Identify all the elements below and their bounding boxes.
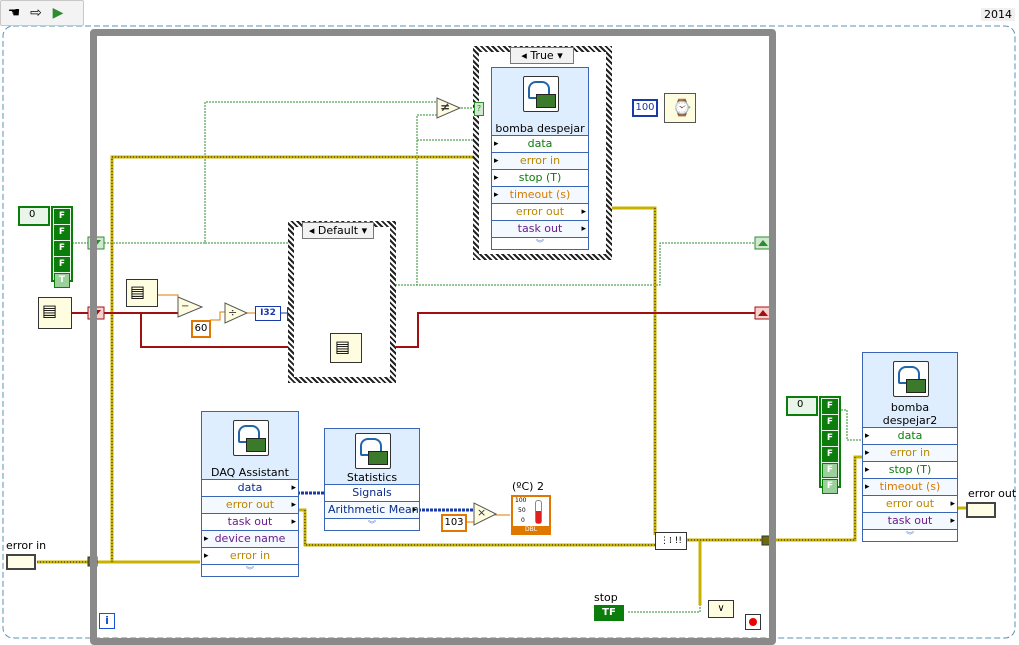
bool-const[interactable]: F: [822, 399, 838, 414]
terminal-stop[interactable]: stop (T): [492, 169, 588, 186]
hand-icon[interactable]: ☚: [5, 4, 23, 22]
or-function[interactable]: ∨: [708, 600, 734, 618]
merge-errors-function[interactable]: ⋮⁞ !!: [655, 532, 687, 550]
property-node-icon[interactable]: ▤: [126, 279, 158, 307]
bool-const[interactable]: F: [822, 415, 838, 430]
express-vi-title: bomba despejar: [495, 122, 585, 135]
case-selector-label: Default: [317, 224, 359, 237]
daq-assistant-title: DAQ Assistant: [211, 466, 289, 479]
terminal-data[interactable]: data: [202, 479, 298, 496]
error-in-control[interactable]: [6, 554, 36, 570]
multiply-icon[interactable]: ×: [477, 506, 486, 519]
bool-const[interactable]: F: [54, 209, 70, 224]
bool-const[interactable]: F: [822, 479, 838, 494]
express-vi-title-line1: bomba: [890, 401, 930, 414]
terminal-error-in[interactable]: error in: [863, 444, 957, 461]
terminal-error-out[interactable]: error out: [492, 203, 588, 220]
case-selector-label: True: [530, 49, 554, 62]
terminal-data[interactable]: data: [492, 135, 588, 152]
multiplier-constant[interactable]: 103: [441, 514, 467, 532]
thermometer-fill: [536, 511, 541, 523]
bool-const[interactable]: F: [54, 257, 70, 272]
expand-chevron-icon[interactable]: ︾: [202, 564, 298, 576]
tick-label: 50: [518, 507, 526, 514]
watch-icon: ⌚: [672, 98, 692, 117]
tick-label: 0: [521, 517, 525, 524]
expand-chevron-icon[interactable]: ︾: [492, 237, 588, 249]
terminal-error-out[interactable]: error out: [863, 495, 957, 512]
express-vi-bomba-despejar2[interactable]: bomba despejar2 data error in stop (T) t…: [862, 352, 958, 542]
expand-chevron-icon[interactable]: ︾: [863, 529, 957, 541]
bool-const[interactable]: T: [54, 273, 70, 288]
bool-array-left[interactable]: 0 F F F F T: [18, 206, 73, 288]
daq-icon: [893, 361, 929, 397]
daq-assistant[interactable]: DAQ Assistant data error out task out de…: [201, 411, 299, 577]
bool-const[interactable]: F: [822, 447, 838, 462]
thermometer-indicator[interactable]: 100 50 0 DBL: [511, 495, 551, 535]
daq-task-icon: ▤: [335, 337, 351, 356]
terminal-signals[interactable]: Signals: [325, 484, 419, 501]
terminal-timeout[interactable]: timeout (s): [492, 186, 588, 203]
wait-ms-function[interactable]: ⌚: [664, 93, 696, 123]
terminal-data[interactable]: data: [863, 427, 957, 444]
terminal-device-name[interactable]: device name: [202, 530, 298, 547]
stop-label: stop: [594, 591, 618, 604]
terminal-error-in[interactable]: error in: [202, 547, 298, 564]
statistics-express-vi[interactable]: Statistics Signals Arithmetic Mean ︾: [324, 428, 420, 531]
thermometer-label: (ºC) 2: [512, 480, 544, 493]
daq-icon: [233, 420, 269, 456]
wait-constant[interactable]: 100: [632, 99, 658, 117]
chevron-down-icon: ▾: [361, 224, 368, 237]
error-in-label: error in: [6, 539, 47, 552]
daq-task-node[interactable]: ▤: [330, 333, 362, 363]
express-vi-title-line2: despejar2: [882, 414, 938, 427]
terminal-arithmetic-mean[interactable]: Arithmetic Mean: [325, 501, 419, 518]
statistics-title: Statistics: [346, 471, 398, 484]
toolbar: ☚ ⇨ ▶: [0, 0, 84, 26]
chevron-left-icon: ◂: [308, 224, 315, 237]
dbl-badge: DBL: [513, 526, 549, 533]
terminal-task-out[interactable]: task out: [863, 512, 957, 529]
to-i32-function[interactable]: I32: [255, 306, 281, 321]
arrow-icon[interactable]: ⇨: [27, 4, 45, 22]
case-selector-true[interactable]: ◂ True ▾: [510, 47, 574, 64]
error-out-indicator[interactable]: [966, 502, 996, 518]
divisor-constant[interactable]: 60: [191, 320, 211, 338]
case-selector-default[interactable]: ◂ Default ▾: [302, 222, 374, 239]
iteration-terminal: i: [99, 613, 115, 629]
stop-control[interactable]: TF: [594, 605, 624, 621]
version-label: 2014: [981, 8, 1015, 21]
case-selector-terminal[interactable]: ?: [474, 102, 484, 116]
chevron-left-icon: ◂: [521, 49, 527, 62]
tick-label: 100: [515, 497, 527, 504]
divide-icon[interactable]: ÷: [228, 306, 237, 319]
terminal-timeout[interactable]: timeout (s): [863, 478, 957, 495]
bool-const[interactable]: F: [822, 431, 838, 446]
express-vi-bomba-despejar[interactable]: bomba despejar data error in stop (T) ti…: [491, 67, 589, 250]
terminal-task-out[interactable]: task out: [492, 220, 588, 237]
terminal-stop[interactable]: stop (T): [863, 461, 957, 478]
bool-const[interactable]: F: [822, 463, 838, 478]
not-equal-icon[interactable]: ≠: [440, 100, 450, 114]
terminal-error-in[interactable]: error in: [492, 152, 588, 169]
array-index: 0: [786, 396, 818, 416]
expand-chevron-icon[interactable]: ︾: [325, 518, 419, 530]
terminal-error-out[interactable]: error out: [202, 496, 298, 513]
error-out-label: error out: [968, 487, 1017, 500]
daq-task-icon: ▤: [42, 301, 58, 320]
bool-const[interactable]: F: [54, 241, 70, 256]
daq-task-icon: ▤: [130, 282, 146, 301]
statistics-icon: [355, 433, 391, 469]
array-index: 0: [18, 206, 50, 226]
daq-icon: [523, 76, 559, 112]
subtract-icon[interactable]: −: [181, 301, 189, 312]
chevron-down-icon: ▾: [557, 49, 563, 62]
terminal-task-out[interactable]: task out: [202, 513, 298, 530]
run-icon[interactable]: ▶: [49, 4, 67, 22]
bool-const[interactable]: F: [54, 225, 70, 240]
task-refnum-icon[interactable]: ▤: [38, 297, 72, 329]
loop-stop-terminal[interactable]: [745, 614, 761, 630]
bool-array-right[interactable]: 0 F F F F F F: [786, 396, 841, 494]
